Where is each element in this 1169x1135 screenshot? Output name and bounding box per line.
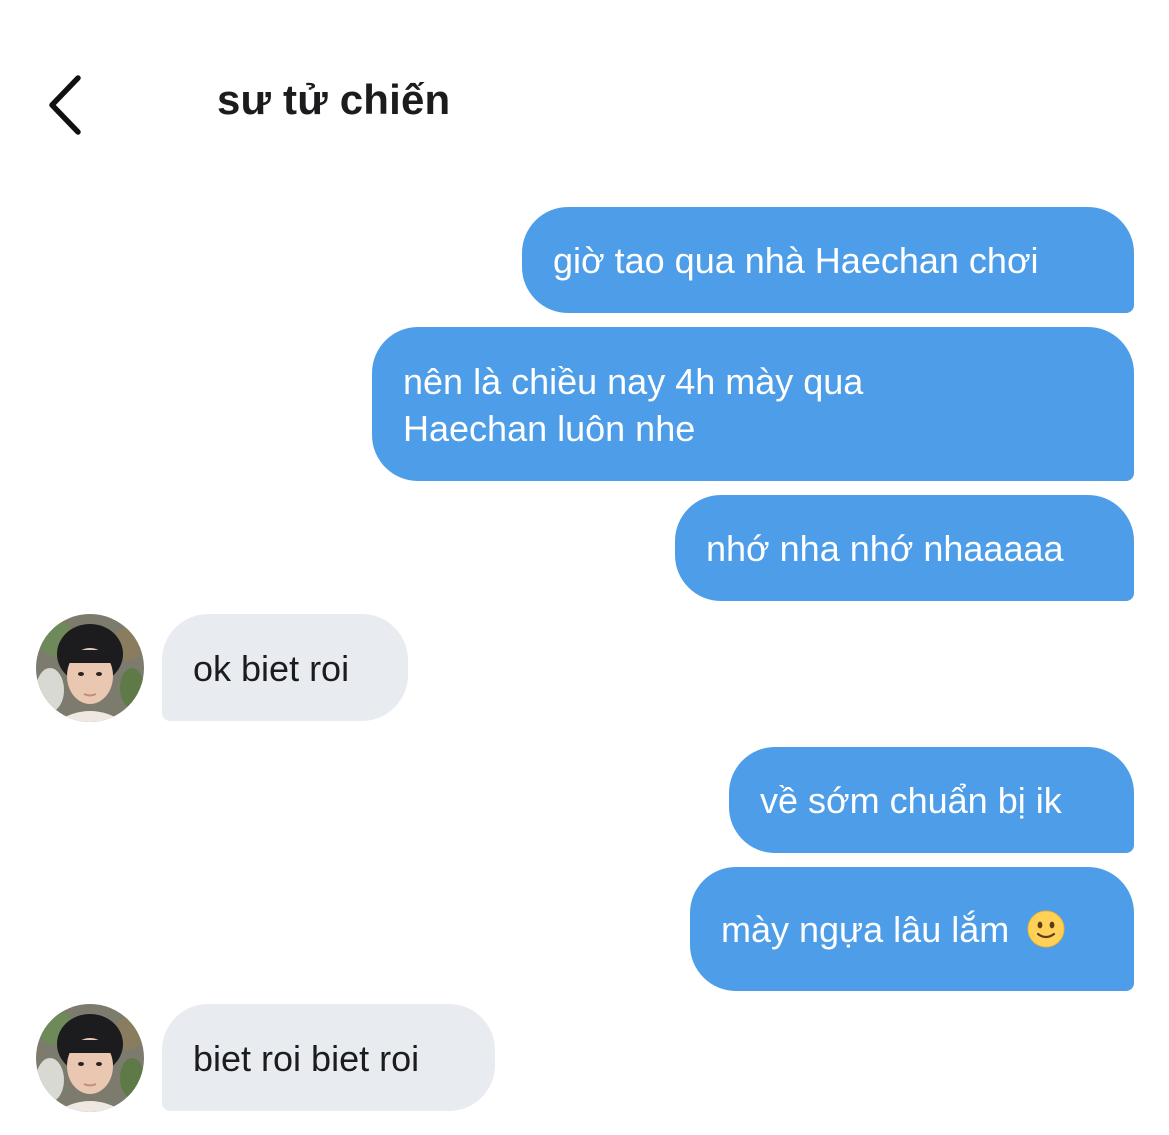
message-text-line: nên là chiều nay 4h mày qua: [403, 361, 864, 402]
message-text: ok biet roi: [193, 648, 350, 689]
outgoing-message[interactable]: giờ tao qua nhà Haechan chơi: [522, 207, 1134, 313]
incoming-message[interactable]: biet roi biet roi: [162, 1004, 495, 1111]
outgoing-message[interactable]: về sớm chuẩn bị ik: [729, 747, 1134, 853]
outgoing-message[interactable]: nhớ nha nhớ nhaaaaa: [675, 495, 1134, 601]
message-text: nhớ nha nhớ nhaaaaa: [706, 528, 1064, 569]
message-text: về sớm chuẩn bị ik: [760, 780, 1062, 821]
outgoing-message[interactable]: mày ngựa lâu lắm: [690, 867, 1134, 991]
avatar-image: [36, 1004, 144, 1112]
message-text: giờ tao qua nhà Haechan chơi: [553, 240, 1039, 281]
message-text: mày ngựa lâu lắm: [721, 909, 1010, 950]
message-text-line: Haechan luôn nhe: [403, 408, 696, 449]
back-button[interactable]: [40, 70, 100, 140]
slightly-smiling-face-icon: [1027, 910, 1065, 948]
contact-avatar[interactable]: [36, 614, 144, 722]
chat-header: sư tử chiến: [0, 0, 1169, 160]
outgoing-message[interactable]: nên là chiều nay 4h mày qua Haechan luôn…: [372, 327, 1134, 481]
conversation-title: sư tử chiến: [217, 76, 451, 123]
contact-avatar[interactable]: [36, 1004, 144, 1112]
chevron-left-icon: [49, 75, 81, 135]
avatar-image: [36, 614, 144, 722]
message-text: biet roi biet roi: [193, 1038, 420, 1079]
incoming-message[interactable]: ok biet roi: [162, 614, 408, 721]
